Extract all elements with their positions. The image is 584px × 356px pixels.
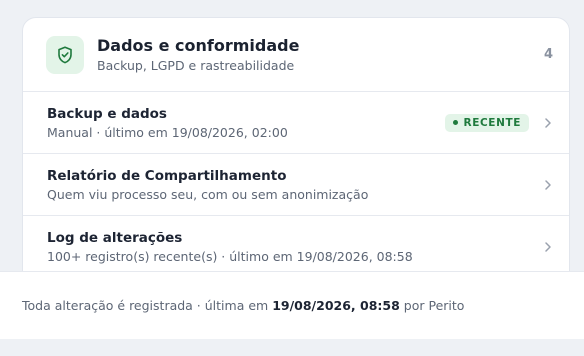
badge-label: RECENTE [463, 116, 521, 129]
list-item-backup[interactable]: Backup e dados Manual · último em 19/08/… [23, 92, 569, 154]
audit-footer: Toda alteração é registrada · última em … [0, 271, 584, 339]
status-badge: RECENTE [444, 113, 529, 132]
item-count: 4 [543, 47, 553, 62]
shield-check-icon [46, 35, 84, 74]
footer-timestamp: 19/08/2026, 08:58 [272, 298, 400, 313]
chevron-right-icon [543, 116, 553, 130]
section-title: Dados e conformidade [97, 35, 300, 55]
footer-prefix: Toda alteração é registrada · última em [22, 298, 269, 313]
item-title: Log de alterações [47, 229, 183, 246]
chevron-right-icon [543, 178, 553, 192]
item-title: Backup e dados [47, 105, 167, 122]
status-dot-icon [452, 120, 458, 125]
item-subtitle: Quem viu processo seu, com ou sem anonim… [47, 186, 369, 202]
item-subtitle: 100+ registro(s) recente(s) · último em … [47, 248, 413, 264]
chevron-right-icon [543, 240, 553, 254]
list-item-sharing-report[interactable]: Relatório de Compartilhamento Quem viu p… [23, 154, 569, 216]
section-subtitle: Backup, LGPD e rastreabilidade [97, 57, 295, 73]
list-item-change-log[interactable]: Log de alterações 100+ registro(s) recen… [23, 216, 569, 278]
card-header: Dados e conformidade Backup, LGPD e rast… [23, 18, 569, 92]
item-title: Relatório de Compartilhamento [47, 167, 287, 184]
footer-suffix: por Perito [403, 298, 465, 313]
item-subtitle: Manual · último em 19/08/2026, 02:00 [47, 124, 288, 140]
